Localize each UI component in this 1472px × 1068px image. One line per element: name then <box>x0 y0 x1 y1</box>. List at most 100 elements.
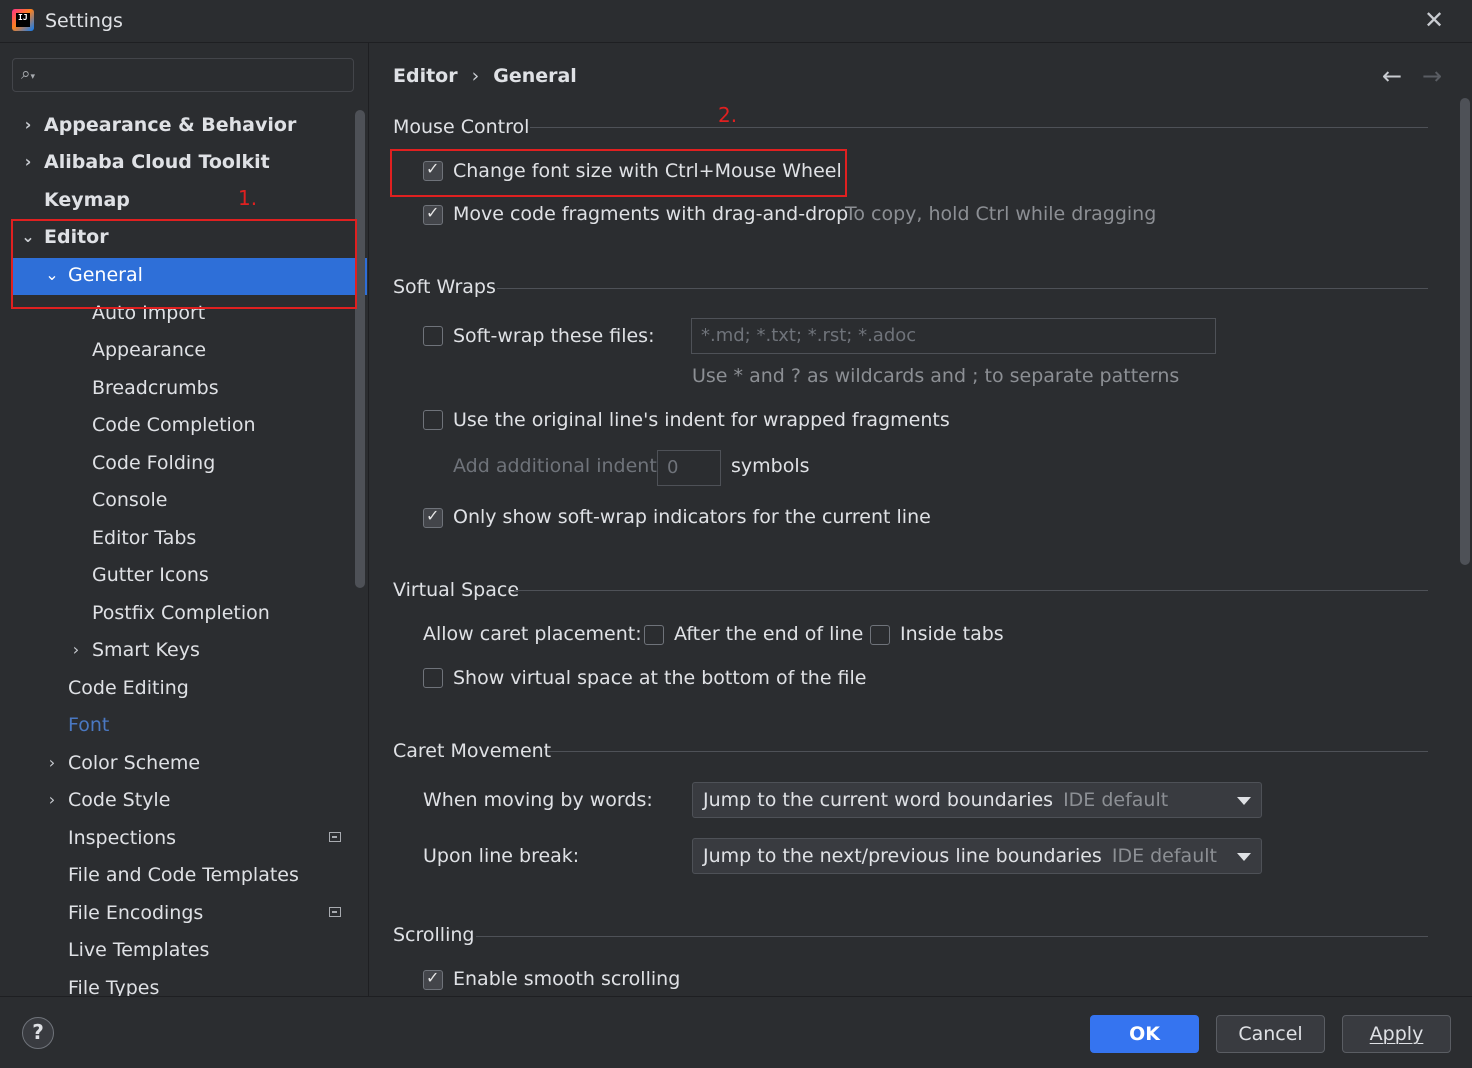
sidebar-item-label: Appearance & Behavior <box>44 114 297 136</box>
panel-divider <box>368 43 369 996</box>
section-mouse-control: Mouse Control <box>393 116 530 138</box>
annotation-label-1: 1. <box>238 186 258 210</box>
sidebar-item-editor-tabs[interactable]: Editor Tabs <box>92 521 196 555</box>
show-virtual-space-checkbox[interactable] <box>423 668 443 688</box>
sidebar-item-label: Breadcrumbs <box>92 377 219 399</box>
sidebar-item-label: Keymap <box>44 189 130 211</box>
breadcrumb: Editor › General <box>393 65 577 87</box>
search-input[interactable] <box>49 62 343 88</box>
line-break-hint: IDE default <box>1111 845 1217 867</box>
line-break-dropdown[interactable]: Jump to the next/previous line boundarie… <box>692 838 1262 874</box>
sidebar-scrollbar[interactable] <box>355 110 365 588</box>
sidebar-item-label: Postfix Completion <box>92 602 270 624</box>
sidebar-item-label: Editor Tabs <box>92 527 197 549</box>
section-caret-movement: Caret Movement <box>393 740 552 762</box>
sidebar-item-label: Appearance <box>92 339 207 361</box>
sidebar-item-console[interactable]: Console <box>92 483 167 517</box>
inside-tabs-label[interactable]: Inside tabs <box>900 623 1004 645</box>
soft-wrap-indicators-checkbox[interactable] <box>423 506 443 528</box>
sidebar-item-font[interactable]: Font <box>68 708 109 742</box>
chevron-right-icon: › <box>72 640 80 659</box>
window-title: Settings <box>45 10 123 32</box>
sidebar-item-code-completion[interactable]: Code Completion <box>92 408 256 442</box>
smooth-scrolling-checkbox[interactable] <box>423 968 443 990</box>
close-icon[interactable]: ✕ <box>1424 6 1444 34</box>
forward-arrow-icon[interactable]: → <box>1422 62 1442 90</box>
line-break-value: Jump to the next/previous line boundarie… <box>703 845 1102 867</box>
help-button[interactable]: ? <box>22 1017 54 1049</box>
chevron-right-icon: › <box>24 115 32 134</box>
back-arrow-icon[interactable]: ← <box>1382 62 1402 90</box>
additional-indent-suffix: symbols <box>731 455 810 477</box>
soft-wrap-files-label[interactable]: Soft-wrap these files: <box>453 325 655 347</box>
moving-by-words-value: Jump to the current word boundaries <box>703 789 1054 811</box>
line-break-label: Upon line break: <box>423 845 580 867</box>
settings-search[interactable]: ⌕▾ <box>12 58 354 92</box>
sidebar-item-appearance[interactable]: Appearance <box>92 333 206 367</box>
sidebar-item-alibaba-cloud-toolkit[interactable]: › Alibaba Cloud Toolkit <box>25 145 270 179</box>
annotation-box-1 <box>11 219 357 309</box>
sidebar-item-smart-keys[interactable]: › Smart Keys <box>73 633 200 667</box>
caret-placement-label: Allow caret placement: <box>423 623 642 645</box>
sidebar-item-postfix-completion[interactable]: Postfix Completion <box>92 596 270 630</box>
sidebar-item-appearance-behavior[interactable]: › Appearance & Behavior <box>25 108 297 142</box>
cancel-button[interactable]: Cancel <box>1216 1015 1325 1053</box>
sidebar-item-label: File and Code Templates <box>68 864 299 886</box>
soft-wrap-files-checkbox[interactable] <box>423 326 443 346</box>
apply-button[interactable]: Apply <box>1342 1015 1451 1053</box>
soft-wrap-patterns-field[interactable]: *.md; *.txt; *.rst; *.adoc <box>691 318 1216 354</box>
sidebar-item-code-folding[interactable]: Code Folding <box>92 446 215 480</box>
sidebar-item-label: Smart Keys <box>92 639 200 661</box>
sidebar-item-breadcrumbs[interactable]: Breadcrumbs <box>92 371 219 405</box>
smooth-scrolling-label[interactable]: Enable smooth scrolling <box>453 968 680 990</box>
content-scrollbar[interactable] <box>1460 98 1470 565</box>
section-virtual-space: Virtual Space <box>393 579 520 601</box>
sidebar-item-label: Live Templates <box>68 939 210 961</box>
sidebar-item-color-scheme[interactable]: › Color Scheme <box>49 746 200 780</box>
show-virtual-space-label[interactable]: Show virtual space at the bottom of the … <box>453 667 867 689</box>
breadcrumb-current: General <box>493 65 577 87</box>
dropdown-arrow-icon <box>1237 797 1251 805</box>
moving-by-words-label: When moving by words: <box>423 789 653 811</box>
sidebar-item-label: Console <box>92 489 168 511</box>
after-end-of-line-checkbox[interactable] <box>644 625 664 645</box>
sidebar-item-inspections[interactable]: Inspections <box>68 821 176 855</box>
sidebar-item-label: Inspections <box>68 827 177 849</box>
sidebar-item-keymap[interactable]: Keymap <box>44 183 130 217</box>
section-divider <box>530 127 1428 128</box>
search-icon: ⌕▾ <box>21 64 36 84</box>
sidebar-item-file-encodings[interactable]: File Encodings <box>68 896 203 930</box>
change-font-size-label[interactable]: Change font size with Ctrl+Mouse Wheel <box>453 160 842 182</box>
move-code-fragments-checkbox[interactable] <box>423 203 443 225</box>
sidebar-item-code-style[interactable]: › Code Style <box>49 783 171 817</box>
sidebar-item-code-editing[interactable]: Code Editing <box>68 671 189 705</box>
change-font-size-checkbox[interactable] <box>423 159 443 181</box>
dropdown-arrow-icon <box>1237 853 1251 861</box>
section-divider <box>476 936 1428 937</box>
breadcrumb-parent[interactable]: Editor <box>393 65 458 87</box>
section-scrolling: Scrolling <box>393 924 475 946</box>
moving-by-words-dropdown[interactable]: Jump to the current word boundaries IDE d… <box>692 782 1262 818</box>
sidebar-item-file-code-templates[interactable]: File and Code Templates <box>68 858 299 892</box>
sidebar-item-gutter-icons[interactable]: Gutter Icons <box>92 558 209 592</box>
sidebar-item-label: Code Style <box>68 789 171 811</box>
intellij-app-icon: IJ <box>12 9 34 31</box>
move-code-fragments-label[interactable]: Move code fragments with drag-and-drop <box>453 203 848 225</box>
after-end-of-line-label[interactable]: After the end of line <box>674 623 863 645</box>
soft-wrap-patterns-hint: Use * and ? as wildcards and ; to separa… <box>692 365 1180 387</box>
original-indent-label[interactable]: Use the original line's indent for wrapp… <box>453 409 950 431</box>
sidebar-item-live-templates[interactable]: Live Templates <box>68 933 209 967</box>
title-bar <box>0 0 1472 43</box>
original-indent-checkbox[interactable] <box>423 410 443 430</box>
soft-wrap-indicators-label[interactable]: Only show soft-wrap indicators for the c… <box>453 506 931 528</box>
project-scope-icon <box>329 832 341 842</box>
ok-button[interactable]: OK <box>1090 1015 1199 1053</box>
section-divider <box>514 590 1428 591</box>
additional-indent-field[interactable]: 0 <box>657 450 721 486</box>
inside-tabs-checkbox[interactable] <box>870 625 890 645</box>
sidebar-item-label: Alibaba Cloud Toolkit <box>44 151 270 173</box>
section-soft-wraps: Soft Wraps <box>393 276 496 298</box>
sidebar-item-label: Code Folding <box>92 452 216 474</box>
annotation-label-2: 2. <box>718 103 738 127</box>
sidebar-item-label: Gutter Icons <box>92 564 209 586</box>
